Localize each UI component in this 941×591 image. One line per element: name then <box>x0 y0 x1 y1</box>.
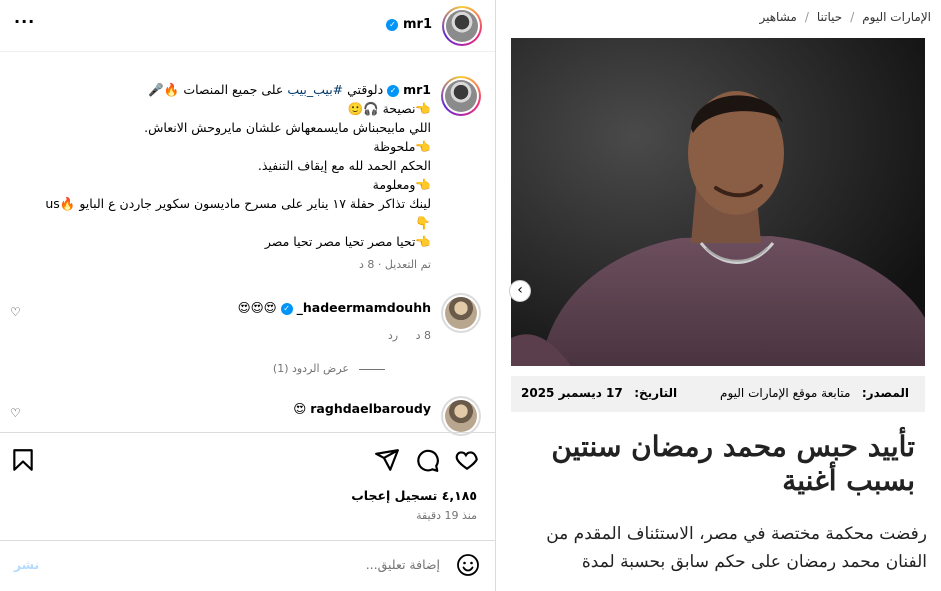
caption-rest: على جميع المنصات 🔥🎤 <box>148 82 284 97</box>
article-body: رفضت محكمة مختصة في مصر، الاستئناف المقد… <box>546 524 927 572</box>
comment-text: 😍 <box>293 401 307 416</box>
comment-bubble-icon[interactable] <box>414 447 440 473</box>
news-article-panel: الإمارات اليوم / حياتنا / مشاهير ‹ المصدر: م… <box>497 0 941 591</box>
comment-meta: 8 د رد <box>238 329 431 342</box>
author-handle[interactable]: ✓ mr1 <box>386 17 432 32</box>
instagram-post-panel: ✓ mr1 ··· mr1 ✓ دلوقتي #بيب_بيب على جميع… <box>0 0 496 591</box>
breadcrumb-separator: / <box>804 10 809 24</box>
post-header: ✓ mr1 ··· <box>0 0 495 52</box>
man-portrait-image <box>511 38 925 366</box>
post-time: منذ 19 دقيقة <box>416 509 477 522</box>
article-meta-box: المصدر: متابعة موقع الإمارات اليوم التار… <box>511 376 925 412</box>
comment-time: 8 د <box>415 329 431 342</box>
caption-line: لينك تذاكر حفلة ١٧ يناير على مسرح ماديسو… <box>45 196 431 211</box>
like-comment-heart-icon[interactable]: ♡ <box>10 406 21 420</box>
comment-text: 😍😍😍 <box>237 300 277 315</box>
caption-intro: دلوقتي <box>347 82 384 97</box>
caption-hashtag[interactable]: #بيب_بيب <box>287 82 343 97</box>
replies-divider <box>359 368 385 370</box>
more-options-button[interactable]: ··· <box>14 12 35 31</box>
breadcrumb-item[interactable]: مشاهير <box>759 10 796 24</box>
share-send-icon[interactable] <box>374 447 400 473</box>
caption-line: 👈تحيا مصر تحيا مصر تحيا مصر <box>264 234 431 249</box>
commenter-avatar[interactable] <box>441 293 481 333</box>
source-value: متابعة موقع الإمارات اليوم <box>720 386 851 400</box>
source-label: المصدر: <box>861 386 909 400</box>
save-bookmark-icon[interactable] <box>10 447 36 473</box>
verified-icon: ✓ <box>386 19 399 31</box>
comment: hadeermamdouhh_ ✓ 😍😍😍 8 د رد <box>238 300 431 342</box>
verified-icon: ✓ <box>280 303 293 315</box>
comment-handle[interactable]: hadeermamdouhh_ <box>297 300 431 315</box>
article-hero-photo <box>511 38 925 366</box>
reply-button[interactable]: رد <box>388 329 398 342</box>
caption-avatar[interactable] <box>441 76 481 116</box>
add-comment-input[interactable]: إضافة تعليق... <box>366 557 440 572</box>
caption-line: الحكم الحمد لله مع إيقاف التنفيذ. <box>257 158 431 173</box>
breadcrumb-item[interactable]: الإمارات اليوم <box>862 10 931 24</box>
like-heart-icon[interactable] <box>454 447 480 473</box>
emoji-smiley-icon[interactable] <box>456 553 480 577</box>
caption-handle[interactable]: mr1 <box>403 82 431 97</box>
comment: raghdaelbaroudy 😍 <box>293 401 431 416</box>
breadcrumb-separator: / <box>850 10 855 24</box>
add-comment-bar: إضافة تعليق... نشر <box>0 540 495 591</box>
article-source: المصدر: متابعة موقع الإمارات اليوم <box>720 386 909 400</box>
caption-line: 👈ملحوظة <box>373 139 431 154</box>
author-avatar[interactable] <box>442 6 482 46</box>
post-comment-button[interactable]: نشر <box>14 557 39 572</box>
caption-edited-meta: تم التعديل · 8 د <box>359 258 431 271</box>
post-actions-bar <box>0 432 495 490</box>
caption-line: 👈نصيحة 🎧🙂 <box>347 101 431 116</box>
caption-line: اللي مابيحبناش مايسمعهاش علشان مايروحش ا… <box>144 120 431 135</box>
breadcrumb: الإمارات اليوم / حياتنا / مشاهير <box>759 10 931 24</box>
date-value: 17 ديسمبر 2025 <box>521 386 623 400</box>
commenter-avatar[interactable] <box>441 396 481 436</box>
caption-first-line: mr1 ✓ دلوقتي #بيب_بيب على جميع المنصات 🔥… <box>11 80 431 99</box>
carousel-prev-chevron-icon[interactable]: ‹ <box>509 280 531 302</box>
caption-line: 👈ومعلومة <box>372 177 431 192</box>
date-label: التاريخ: <box>634 386 678 400</box>
view-replies-button[interactable]: عرض الردود (1) <box>273 362 385 375</box>
post-caption: mr1 ✓ دلوقتي #بيب_بيب على جميع المنصات 🔥… <box>11 80 431 274</box>
caption-line: 👇 <box>415 215 431 230</box>
verified-icon: ✓ <box>387 85 400 97</box>
likes-count[interactable]: ٤,١٨٥ تسجيل إعجاب <box>351 488 477 503</box>
article-headline: تأييد حبس محمد رمضان سنتين بسبب أغنية <box>551 430 915 497</box>
like-comment-heart-icon[interactable]: ♡ <box>10 305 21 319</box>
article-date: التاريخ: 17 ديسمبر 2025 <box>521 386 677 400</box>
breadcrumb-item[interactable]: حياتنا <box>817 10 842 24</box>
comment-handle[interactable]: raghdaelbaroudy <box>310 401 431 416</box>
